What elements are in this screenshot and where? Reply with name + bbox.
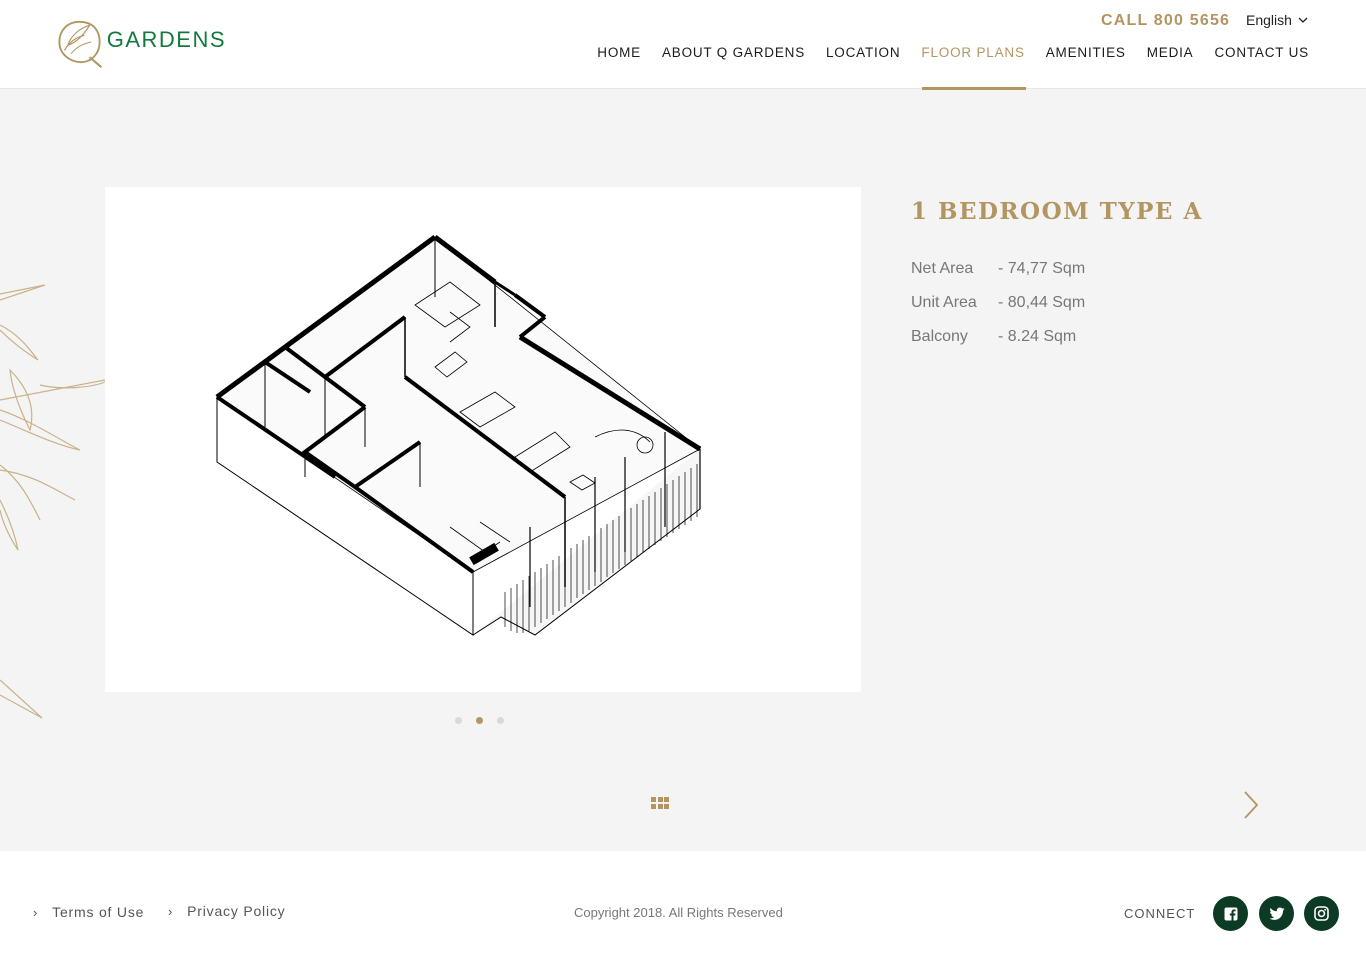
privacy-link[interactable]: › Privacy Policy [168,903,285,919]
spec-row: Net Area - 74,77 Sqm [911,252,1085,286]
main-nav: HOME ABOUT Q GARDENS LOCATION FLOOR PLAN… [597,45,1309,90]
nav-media[interactable]: MEDIA [1147,45,1194,89]
logo[interactable]: GARDENS [56,12,226,72]
spec-row: Balcony - 8.24 Sqm [911,320,1085,354]
privacy-label: Privacy Policy [187,903,286,919]
nav-location[interactable]: LOCATION [826,45,900,89]
connect-label: CONNECT [1124,906,1196,921]
spec-value: - 8.24 Sqm [998,328,1077,345]
facebook-icon[interactable] [1213,896,1248,931]
spec-value: - 80,44 Sqm [998,294,1086,311]
spec-label: Unit Area [911,294,977,311]
twitter-icon[interactable] [1259,896,1294,931]
nav-contact[interactable]: CONTACT US [1214,45,1309,89]
carousel-dots [455,717,504,724]
spec-label: Net Area [911,260,974,277]
chevron-right-icon: › [33,904,39,920]
chevron-right-icon: › [168,903,174,919]
carousel-dot-3[interactable] [497,717,504,724]
terms-link[interactable]: › Terms of Use [33,904,144,920]
terms-label: Terms of Use [52,904,145,920]
leaf-decoration-icon [0,284,106,719]
isometric-floor-plan [215,234,702,636]
carousel-dot-2[interactable] [476,717,483,724]
language-selector[interactable]: English [1246,12,1308,28]
nav-home[interactable]: HOME [597,45,641,89]
nav-about[interactable]: ABOUT Q GARDENS [662,45,805,89]
grid-view-icon[interactable] [651,797,669,809]
copyright: Copyright 2018. All Rights Reserved [574,905,783,920]
spec-value: - 74,77 Sqm [998,260,1086,277]
q-logo-icon [58,20,103,68]
call-number[interactable]: CALL 800 5656 [1101,12,1230,30]
spec-label: Balcony [911,328,968,345]
site-header: GARDENS CALL 800 5656 English HOME ABOUT… [0,0,1366,90]
next-arrow-icon[interactable] [1241,790,1261,820]
nav-floor-plans[interactable]: FLOOR PLANS [921,45,1027,90]
nav-amenities[interactable]: AMENITIES [1046,45,1126,89]
spec-row: Unit Area - 80,44 Sqm [911,286,1085,320]
chevron-down-icon [1298,17,1308,23]
unit-specs: Net Area - 74,77 Sqm Unit Area - 80,44 S… [911,252,1085,354]
language-label: English [1246,12,1292,28]
floor-plan-image [105,187,861,692]
unit-title: 1 BEDROOM TYPE A [911,198,1203,225]
carousel-dot-1[interactable] [455,717,462,724]
logo-text: GARDENS [106,27,226,52]
instagram-icon[interactable] [1304,896,1339,931]
site-footer: › Terms of Use › Privacy Policy Copyrigh… [0,851,1366,970]
